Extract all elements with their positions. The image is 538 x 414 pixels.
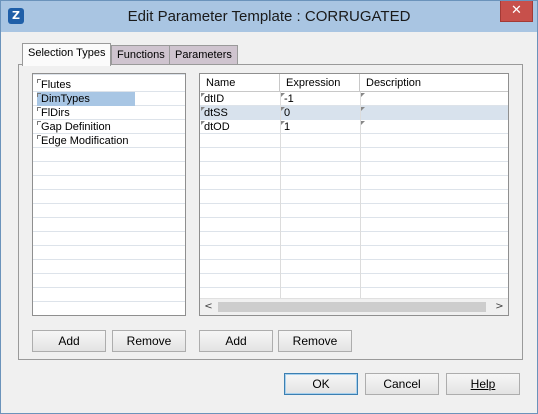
ok-button[interactable]: OK <box>284 373 358 395</box>
window-title: Edit Parameter Template : CORRUGATED <box>127 8 411 25</box>
column-divider <box>360 92 361 298</box>
grid-header: Name Expression Description <box>200 74 508 92</box>
item-marker-icon <box>37 135 41 139</box>
grid-body: dtID -1 dtSS 0 dtOD 1 <box>200 92 508 298</box>
column-header-description[interactable]: Description <box>360 74 508 92</box>
close-button[interactable]: ✕ <box>500 1 533 22</box>
cell-marker-icon <box>361 107 365 111</box>
item-marker-icon <box>37 93 41 97</box>
cell-name[interactable]: dtSS <box>200 106 280 120</box>
cell-marker-icon <box>281 93 285 97</box>
list-item[interactable]: DimTypes <box>37 92 135 106</box>
tab-selection-types[interactable]: Selection Types <box>22 43 112 66</box>
column-header-name[interactable]: Name <box>200 74 280 92</box>
scroll-thumb[interactable] <box>218 302 486 312</box>
table-row[interactable]: dtOD 1 <box>200 120 508 134</box>
title-bar[interactable]: Z Edit Parameter Template : CORRUGATED ✕ <box>1 1 537 32</box>
cell-name[interactable]: dtID <box>200 92 280 106</box>
tab-parameters[interactable]: Parameters <box>169 45 238 65</box>
cell-description[interactable] <box>360 120 508 134</box>
table-row[interactable]: dtID -1 <box>200 92 508 106</box>
tab-functions[interactable]: Functions <box>111 45 171 65</box>
item-marker-icon <box>37 107 41 111</box>
cell-marker-icon <box>201 121 205 125</box>
column-divider <box>280 92 281 298</box>
column-header-expression[interactable]: Expression <box>280 74 360 92</box>
selection-types-list[interactable]: Flutes DimTypes FlDirs Gap Definition Ed… <box>32 73 186 316</box>
scroll-left-icon[interactable]: < <box>200 299 217 315</box>
add-parameter-button[interactable]: Add <box>199 330 273 352</box>
remove-parameter-button[interactable]: Remove <box>278 330 352 352</box>
cell-description[interactable] <box>360 92 508 106</box>
help-button[interactable]: Help <box>446 373 520 395</box>
scroll-right-icon[interactable]: > <box>491 299 508 315</box>
cell-description[interactable] <box>360 106 508 120</box>
item-marker-icon <box>37 79 41 83</box>
horizontal-scrollbar[interactable]: < > <box>200 298 508 315</box>
dialog-window: Z Edit Parameter Template : CORRUGATED ✕… <box>0 0 538 414</box>
cell-name[interactable]: dtOD <box>200 120 280 134</box>
cell-marker-icon <box>361 93 365 97</box>
list-item[interactable]: Flutes <box>37 78 71 92</box>
cell-marker-icon <box>281 121 285 125</box>
list-item[interactable]: Edge Modification <box>37 134 128 148</box>
cell-expression[interactable]: 1 <box>280 120 360 134</box>
cell-marker-icon <box>201 107 205 111</box>
cell-marker-icon <box>281 107 285 111</box>
list-item[interactable]: Gap Definition <box>37 120 111 134</box>
add-selection-type-button[interactable]: Add <box>32 330 106 352</box>
cell-marker-icon <box>201 93 205 97</box>
table-row[interactable]: dtSS 0 <box>200 106 508 120</box>
list-item[interactable]: FlDirs <box>37 106 70 120</box>
item-marker-icon <box>37 121 41 125</box>
cell-expression[interactable]: -1 <box>280 92 360 106</box>
remove-selection-type-button[interactable]: Remove <box>112 330 186 352</box>
cell-marker-icon <box>361 121 365 125</box>
parameters-grid[interactable]: Name Expression Description dtID -1 dtSS… <box>199 73 509 316</box>
cancel-button[interactable]: Cancel <box>365 373 439 395</box>
cell-expression[interactable]: 0 <box>280 106 360 120</box>
